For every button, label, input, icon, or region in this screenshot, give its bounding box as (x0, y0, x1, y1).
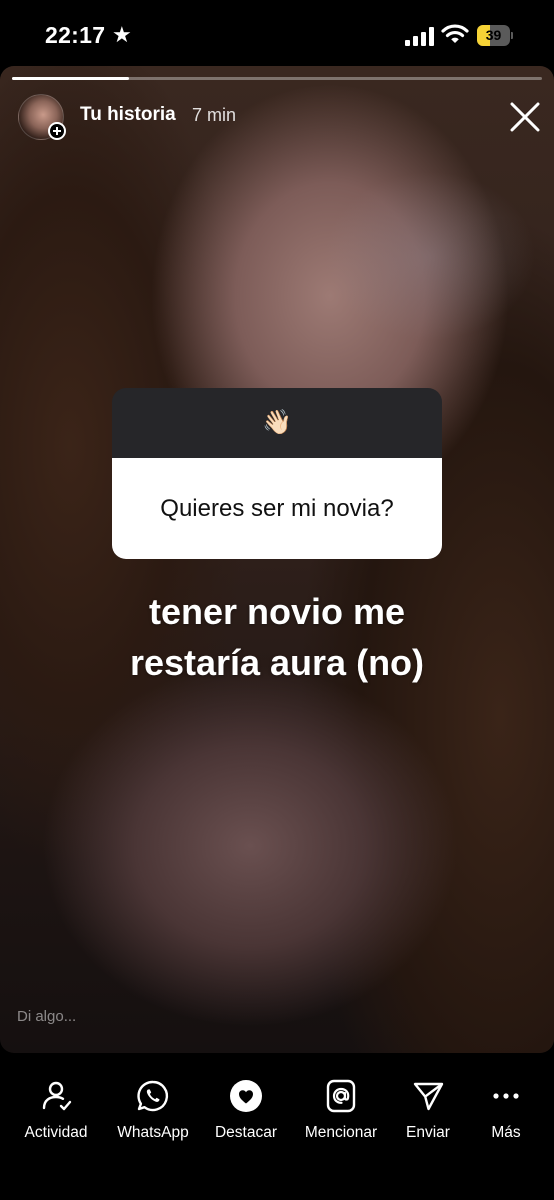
reply-input[interactable]: Di algo... (17, 1008, 76, 1025)
more-icon (493, 1093, 519, 1099)
highlight-label: Destacar (214, 1124, 278, 1141)
whatsapp-button[interactable]: WhatsApp (110, 1079, 196, 1149)
answer-line-1: tener novio me (148, 591, 406, 632)
signal-icon (405, 26, 435, 46)
add-story-icon[interactable] (48, 122, 66, 140)
story-progress-fill (12, 77, 129, 80)
story-owner[interactable]: Tu historia (80, 104, 176, 126)
heart-circle-icon (230, 1080, 262, 1112)
whatsapp-icon (137, 1080, 169, 1112)
mention-button[interactable]: Mencionar (296, 1079, 386, 1149)
highlight-button[interactable]: Destacar (206, 1079, 286, 1149)
activity-button[interactable]: Actividad (14, 1079, 98, 1149)
status-bar: 22:17 ★ 39 (0, 0, 554, 66)
send-icon (413, 1082, 444, 1111)
send-label: Enviar (406, 1124, 450, 1141)
question-sticker[interactable]: 👋🏻 Quieres ser mi novia? (112, 388, 442, 559)
story-progress-bar (12, 77, 542, 80)
wifi-icon (441, 24, 469, 43)
answer-line-2: restaría aura (no) (129, 642, 425, 683)
question-sticker-header: 👋🏻 (112, 388, 442, 458)
status-time: 22:17 (45, 22, 106, 48)
battery-icon: 39 (477, 25, 513, 46)
story-photo (0, 66, 554, 1053)
close-icon[interactable] (508, 100, 542, 134)
more-button[interactable]: Más (480, 1079, 532, 1149)
wave-hand-icon: 👋🏻 (262, 409, 292, 436)
story-time-ago: 7 min (192, 105, 237, 125)
story-viewer[interactable]: Tu historia 7 min 👋🏻 Quieres ser mi novi… (0, 66, 554, 1053)
question-sticker-body: Quieres ser mi novia? (112, 458, 442, 559)
battery-level: 39 (485, 27, 502, 43)
answer-text: tener novio me restaría aura (no) (60, 586, 494, 688)
whatsapp-label: WhatsApp (117, 1124, 189, 1141)
mention-icon (326, 1079, 356, 1113)
send-button[interactable]: Enviar (396, 1079, 460, 1149)
activity-icon (42, 1081, 72, 1111)
story-toolbar: Actividad WhatsApp Destacar Mencionar En… (0, 1053, 554, 1200)
activity-label: Actividad (24, 1124, 88, 1141)
star-icon: ★ (112, 22, 132, 47)
question-text: Quieres ser mi novia? (160, 495, 394, 522)
mention-label: Mencionar (304, 1124, 378, 1141)
more-label: Más (491, 1124, 521, 1141)
